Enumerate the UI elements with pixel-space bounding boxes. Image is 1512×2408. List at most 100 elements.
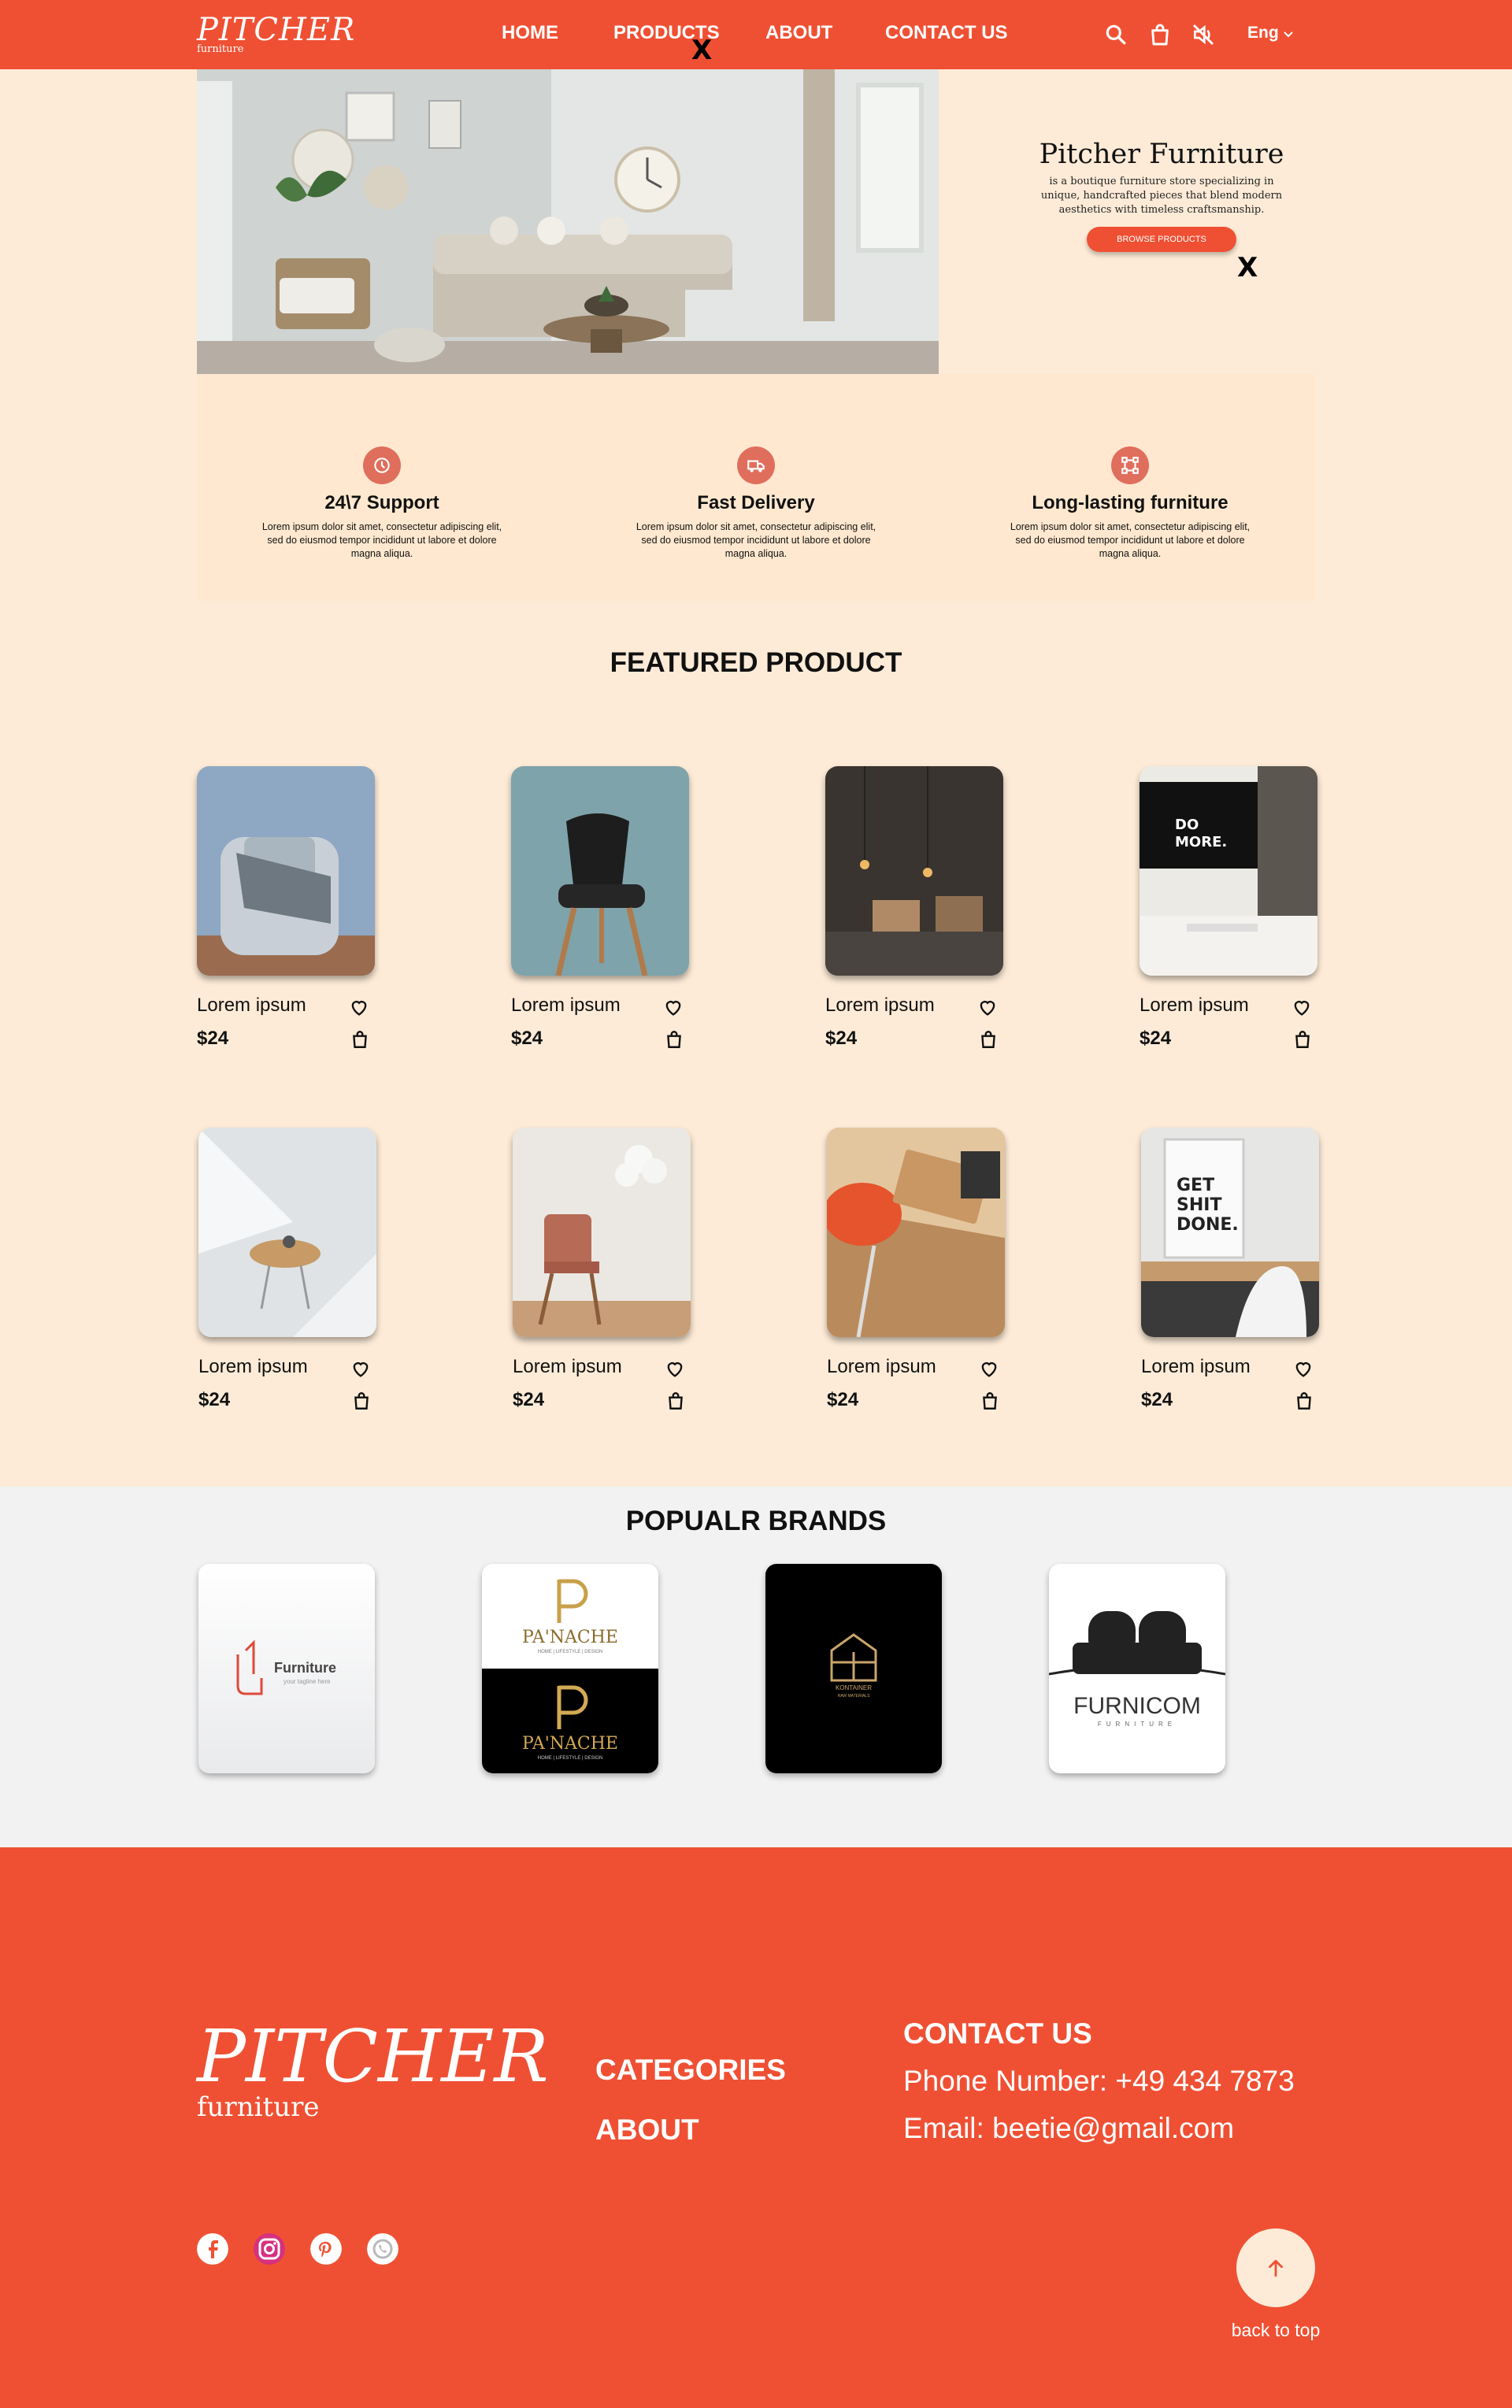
product-price: $24 — [1141, 1389, 1173, 1410]
heart-icon[interactable] — [662, 996, 684, 1018]
feature-title: Long-lasting furniture — [1032, 492, 1228, 513]
feature-description: Lorem ipsum dolor sit amet, consectetur … — [636, 521, 876, 559]
close-mark[interactable]: X — [691, 35, 712, 66]
footer-logo[interactable]: PITCHER furniture — [197, 2014, 549, 2122]
logo[interactable]: PITCHER furniture — [197, 14, 355, 55]
top-navbar: PITCHER furniture HOME PRODUCTS ABOUT CO… — [0, 0, 1512, 69]
product-image[interactable] — [197, 766, 375, 976]
product-name: Lorem ipsum — [197, 995, 306, 1016]
product-card[interactable]: Lorem ipsum $24 — [511, 766, 689, 1049]
product-card[interactable]: Lorem ipsum $24 — [197, 766, 375, 1049]
product-name: Lorem ipsum — [1141, 1356, 1251, 1377]
language-selector[interactable]: Eng — [1247, 24, 1293, 43]
hero-image — [197, 69, 939, 374]
footer: PITCHER furniture CATEGORIES ABOUT CONTA… — [0, 1847, 1512, 2408]
brand-name: PA'NACHE — [522, 1734, 618, 1754]
heart-icon[interactable] — [1291, 996, 1313, 1018]
brand-card-furniture[interactable]: Furniture your tagline here — [198, 1564, 375, 1773]
brand-card-kontainer[interactable]: KONTAINER RAW MATERIALS — [765, 1564, 942, 1773]
shopping-bag-icon[interactable] — [1292, 1029, 1313, 1050]
product-card[interactable]: Lorem ipsum $24 — [198, 1128, 376, 1410]
product-price: $24 — [827, 1389, 859, 1410]
shopping-bag-icon[interactable] — [664, 1029, 684, 1050]
product-image[interactable]: GET SHIT DONE. — [1141, 1128, 1319, 1337]
shopping-bag-icon[interactable] — [978, 1029, 999, 1050]
svg-text:GET: GET — [1177, 1176, 1214, 1195]
brand-tagline: your tagline here — [284, 1678, 331, 1685]
product-card[interactable]: DO MORE. Lorem ipsum $24 — [1140, 766, 1317, 1049]
features-strip: 24\7 Support Lorem ipsum dolor sit amet,… — [197, 374, 1315, 601]
shopping-bag-icon[interactable] — [665, 1391, 686, 1411]
instagram-icon[interactable] — [254, 2233, 285, 2265]
heart-icon[interactable] — [978, 1358, 1000, 1380]
shopping-bag-icon[interactable] — [980, 1391, 1000, 1411]
close-mark[interactable]: X — [1237, 252, 1258, 283]
feature-description: Lorem ipsum dolor sit amet, consectetur … — [261, 521, 502, 559]
footer-phone: Phone Number: +49 434 7873 — [903, 2065, 1295, 2097]
feature-durability: Long-lasting furniture Lorem ipsum dolor… — [1004, 446, 1256, 561]
brand-name: Furniture — [274, 1660, 336, 1676]
facebook-icon[interactable] — [197, 2233, 228, 2265]
shopping-bag-icon[interactable] — [351, 1391, 372, 1411]
brand-logo: Furniture your tagline here — [236, 1639, 336, 1695]
brand-name: PA'NACHE — [522, 1628, 618, 1647]
search-icon[interactable] — [1103, 22, 1128, 47]
product-image[interactable] — [198, 1128, 376, 1337]
logo-main-text: PITCHER — [197, 12, 356, 48]
shopping-bag-icon[interactable] — [350, 1029, 370, 1050]
footer-contact-title: CONTACT US — [903, 2017, 1092, 2050]
product-card[interactable]: GET SHIT DONE. Lorem ipsum $24 — [1141, 1128, 1319, 1410]
product-name: Lorem ipsum — [1140, 995, 1249, 1016]
footer-logo-main-text: PITCHER — [197, 2014, 549, 2099]
product-image[interactable]: DO MORE. — [1140, 766, 1317, 976]
nav-link-home[interactable]: HOME — [502, 22, 558, 44]
product-image[interactable] — [513, 1128, 691, 1337]
product-name: Lorem ipsum — [827, 1356, 936, 1377]
footer-link-categories[interactable]: CATEGORIES — [595, 2054, 786, 2087]
svg-text:MORE.: MORE. — [1175, 834, 1227, 850]
heart-icon[interactable] — [664, 1358, 686, 1380]
heart-icon[interactable] — [350, 1358, 372, 1380]
brand-card-panache[interactable]: PA'NACHE HOME | LIFESTYLE | DESIGN PA'NA… — [482, 1564, 658, 1773]
whatsapp-icon[interactable] — [367, 2233, 398, 2265]
heart-icon[interactable] — [1292, 1358, 1314, 1380]
nav-link-contact[interactable]: CONTACT US — [885, 22, 1008, 44]
brands-section-title: POPUALR BRANDS — [625, 1506, 887, 1536]
product-name: Lorem ipsum — [513, 1356, 622, 1377]
shopping-bag-icon[interactable] — [1147, 22, 1173, 47]
brand-tagline: RAW MATERIALS — [838, 1694, 871, 1699]
product-image[interactable] — [511, 766, 689, 976]
product-image[interactable] — [827, 1128, 1005, 1337]
shopping-bag-icon[interactable] — [1294, 1391, 1314, 1411]
back-to-top-button[interactable] — [1236, 2228, 1315, 2307]
product-price: $24 — [197, 1028, 229, 1049]
browse-products-button[interactable]: BROWSE PRODUCTS — [1087, 227, 1236, 252]
feature-description: Lorem ipsum dolor sit amet, consectetur … — [1010, 521, 1251, 559]
product-card[interactable]: Lorem ipsum $24 — [513, 1128, 691, 1410]
brand-logo: PA'NACHE HOME | LIFESTYLE | DESIGN PA'NA… — [482, 1579, 658, 1773]
product-image[interactable] — [825, 766, 1003, 976]
brand-logo: KONTAINER RAW MATERIALS — [830, 1633, 877, 1699]
delivery-truck-icon — [737, 446, 775, 484]
pinterest-icon[interactable] — [310, 2233, 342, 2265]
product-name: Lorem ipsum — [825, 995, 935, 1016]
product-card[interactable]: Lorem ipsum $24 — [827, 1128, 1005, 1410]
footer-link-about[interactable]: ABOUT — [595, 2113, 699, 2147]
footer-email[interactable]: Email: beetie@gmail.com — [903, 2112, 1234, 2145]
back-to-top-label[interactable]: back to top — [1219, 2320, 1332, 2341]
mute-icon[interactable] — [1191, 22, 1216, 47]
hero-title: Pitcher Furniture — [1039, 139, 1284, 170]
brand-tagline: HOME | LIFESTYLE | DESIGN — [538, 1650, 602, 1654]
brand-name: KONTAINER — [836, 1684, 872, 1691]
heart-icon[interactable] — [348, 996, 370, 1018]
feature-title: Fast Delivery — [697, 492, 815, 513]
hero-text-block: Pitcher Furniture is a boutique furnitur… — [1024, 139, 1299, 252]
heart-icon[interactable] — [976, 996, 999, 1018]
hero-description: is a boutique furniture store specializi… — [1040, 176, 1283, 216]
brand-card-furnicom[interactable]: FURNICOM FURNITURE — [1049, 1564, 1225, 1773]
svg-text:SHIT: SHIT — [1177, 1195, 1221, 1215]
product-card[interactable]: Lorem ipsum $24 — [825, 766, 1003, 1049]
nav-link-about[interactable]: ABOUT — [765, 22, 832, 44]
product-price: $24 — [513, 1389, 545, 1410]
chevron-down-icon — [1283, 31, 1293, 38]
